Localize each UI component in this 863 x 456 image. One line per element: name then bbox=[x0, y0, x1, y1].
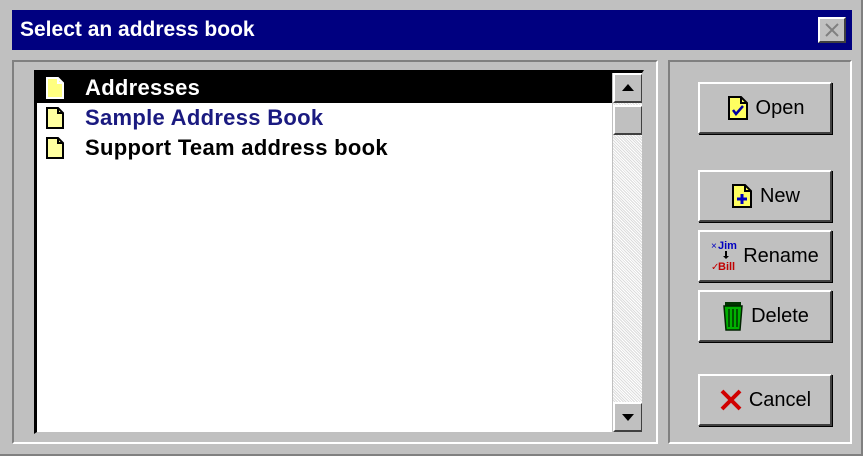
vertical-scrollbar[interactable] bbox=[612, 73, 642, 432]
new-plus-icon bbox=[731, 184, 752, 208]
delete-button-label: Delete bbox=[751, 304, 809, 327]
new-button-label: New bbox=[759, 184, 800, 207]
scroll-up-button[interactable] bbox=[613, 73, 642, 103]
document-icon bbox=[46, 77, 64, 99]
delete-button[interactable]: Delete bbox=[698, 290, 832, 342]
rename-icon: × Jim ✓ Bill bbox=[711, 240, 737, 273]
list-panel: Addresses Sample Address Book Support Te… bbox=[12, 60, 658, 444]
list-item-label: Support Team address book bbox=[85, 135, 388, 160]
open-button-label: Open bbox=[755, 96, 805, 119]
trash-icon bbox=[723, 302, 743, 331]
dialog-title: Select an address book bbox=[20, 18, 255, 41]
list-item-addresses[interactable]: Addresses bbox=[37, 73, 617, 103]
list-item-label: Sample Address Book bbox=[85, 105, 324, 130]
svg-text:Jim: Jim bbox=[718, 240, 737, 252]
svg-text:×: × bbox=[711, 241, 717, 252]
svg-text:Bill: Bill bbox=[718, 261, 735, 273]
action-panel: Open New × Jim ✓ Bill Rename Delete Canc… bbox=[668, 60, 852, 444]
new-button[interactable]: New bbox=[698, 170, 832, 222]
title-bar: Select an address book bbox=[12, 10, 852, 50]
document-icon bbox=[46, 107, 64, 129]
scroll-thumb[interactable] bbox=[613, 105, 642, 135]
list-item-support-team[interactable]: Support Team address book bbox=[37, 133, 617, 163]
open-check-icon bbox=[727, 96, 748, 120]
close-icon bbox=[825, 23, 839, 37]
cancel-button[interactable]: Cancel bbox=[698, 374, 832, 426]
x-icon bbox=[720, 389, 742, 411]
rename-button-label: Rename bbox=[743, 244, 819, 267]
list-item-label: Addresses bbox=[85, 75, 201, 100]
cancel-button-label: Cancel bbox=[748, 388, 812, 411]
list-items: Addresses Sample Address Book Support Te… bbox=[37, 73, 617, 163]
address-book-list[interactable]: Addresses Sample Address Book Support Te… bbox=[34, 70, 644, 434]
arrow-up-icon bbox=[622, 84, 634, 91]
close-button[interactable] bbox=[818, 17, 846, 43]
address-book-dialog: Select an address book Addresses Sample … bbox=[0, 0, 863, 456]
rename-button[interactable]: × Jim ✓ Bill Rename bbox=[698, 230, 832, 282]
scroll-down-button[interactable] bbox=[613, 402, 642, 432]
list-item-sample-address-book[interactable]: Sample Address Book bbox=[37, 103, 617, 133]
open-button[interactable]: Open bbox=[698, 82, 832, 134]
document-icon bbox=[46, 137, 64, 159]
arrow-down-icon bbox=[622, 414, 634, 421]
